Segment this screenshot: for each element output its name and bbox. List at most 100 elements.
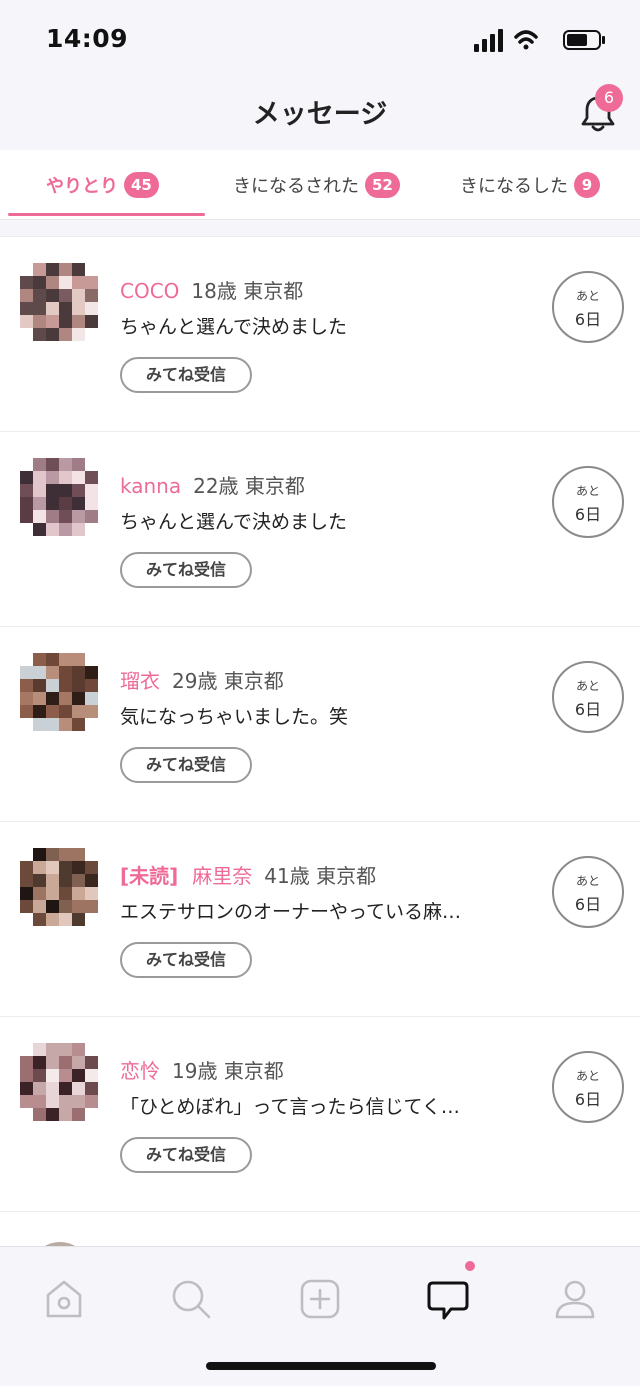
avatar-pixel xyxy=(20,718,33,731)
avatar-pixel xyxy=(85,848,98,861)
mitene-receive-button[interactable]: みてね受信 xyxy=(120,1137,252,1173)
avatar-pixel xyxy=(72,1043,85,1056)
avatar-pixel xyxy=(20,523,33,536)
tab-count-badge: 9 xyxy=(574,172,600,198)
mitene-receive-button[interactable]: みてね受信 xyxy=(120,357,252,393)
avatar[interactable] xyxy=(20,653,98,731)
avatar-pixel xyxy=(72,497,85,510)
user-location: 東京都 xyxy=(223,669,284,693)
avatar-pixel xyxy=(72,1108,85,1121)
message-row[interactable]: [未読] 麻里奈 41歳 東京都 エステサロンのオーナーやっている麻… みてね受信 … xyxy=(0,822,640,1017)
avatar-pixel xyxy=(20,679,33,692)
user-name: kanna xyxy=(120,474,182,498)
avatar-pixel xyxy=(85,1108,98,1121)
message-list: COCO 18歳 東京都 ちゃんと選んで決めました みてね受信 あと 6日 kan… xyxy=(0,236,640,1246)
nav-home[interactable] xyxy=(40,1275,88,1323)
remaining-days: 6日 xyxy=(574,1090,602,1109)
avatar-pixel xyxy=(46,302,59,315)
remaining-label: あと xyxy=(575,679,600,693)
avatar-pixel xyxy=(46,666,59,679)
avatar-pixel xyxy=(85,887,98,900)
mitene-receive-button[interactable]: みてね受信 xyxy=(120,747,252,783)
mitene-receive-button[interactable]: みてね受信 xyxy=(120,552,252,588)
status-bar: 14:09 xyxy=(0,0,640,80)
avatar-pixel xyxy=(72,653,85,666)
nav-post[interactable] xyxy=(296,1275,344,1323)
avatar-pixel xyxy=(72,276,85,289)
avatar-pixel xyxy=(85,653,98,666)
avatar-pixel xyxy=(59,1082,72,1095)
avatar-pixel xyxy=(33,510,46,523)
tab-liked-by[interactable]: きになるされた 52 xyxy=(233,150,400,220)
avatar-pixel xyxy=(20,666,33,679)
avatar-pixel xyxy=(85,510,98,523)
tab-exchange[interactable]: やりとり 45 xyxy=(46,150,159,220)
avatar-pixel xyxy=(20,1056,33,1069)
avatar-pixel xyxy=(20,276,33,289)
message-row[interactable]: 瑠衣 29歳 東京都 気になっちゃいました。笑 みてね受信 あと 6日 xyxy=(0,627,640,822)
nav-search[interactable] xyxy=(167,1275,215,1323)
avatar-pixel xyxy=(72,1095,85,1108)
tab-bar: やりとり 45 きになるされた 52 きになるした 9 xyxy=(0,150,640,220)
avatar-pixel xyxy=(33,1056,46,1069)
avatar-pixel xyxy=(20,510,33,523)
name-line: kanna 22歳 東京都 xyxy=(120,470,305,499)
user-age: 22歳 xyxy=(193,474,239,498)
avatar[interactable] xyxy=(20,1043,98,1121)
message-preview: ちゃんと選んで決めました xyxy=(120,511,348,533)
tab-count-badge: 45 xyxy=(124,172,159,198)
avatar-pixel xyxy=(46,848,59,861)
nav-messages[interactable] xyxy=(424,1275,472,1323)
avatar-pixel xyxy=(33,328,46,341)
status-icons xyxy=(474,29,605,52)
avatar-pixel xyxy=(59,471,72,484)
avatar-pixel xyxy=(33,315,46,328)
active-tab-indicator xyxy=(8,213,205,216)
avatar[interactable] xyxy=(20,263,98,341)
avatar-pixel xyxy=(33,458,46,471)
remaining-days: 6日 xyxy=(574,895,602,914)
avatar-pixel xyxy=(85,458,98,471)
avatar-pixel xyxy=(85,913,98,926)
user-age: 29歳 xyxy=(172,669,218,693)
message-row[interactable]: 恋怜 19歳 東京都 「ひとめぼれ」って言ったら信じてく… みてね受信 あと 6日 xyxy=(0,1017,640,1212)
avatar-pixel xyxy=(85,302,98,315)
tab-liked[interactable]: きになるした 9 xyxy=(460,150,600,220)
avatar-pixel xyxy=(46,692,59,705)
remaining-label: あと xyxy=(575,1069,600,1083)
avatar-pixel xyxy=(59,679,72,692)
nav-profile[interactable] xyxy=(551,1275,599,1323)
avatar-pixel xyxy=(72,1069,85,1082)
avatar-pixel xyxy=(85,484,98,497)
remaining-days-badge: あと 6日 xyxy=(552,661,624,733)
avatar-pixel xyxy=(59,887,72,900)
avatar-pixel xyxy=(59,328,72,341)
message-row[interactable]: COCO 18歳 東京都 ちゃんと選んで決めました みてね受信 あと 6日 xyxy=(0,237,640,432)
avatar-pixel xyxy=(20,692,33,705)
avatar[interactable] xyxy=(20,458,98,536)
avatar-pixel xyxy=(46,679,59,692)
user-name: COCO xyxy=(120,279,180,303)
avatar-pixel xyxy=(20,1108,33,1121)
avatar-pixel xyxy=(20,1069,33,1082)
avatar-pixel xyxy=(46,510,59,523)
avatar-pixel xyxy=(46,263,59,276)
avatar-pixel xyxy=(85,1056,98,1069)
post-plus-icon xyxy=(300,1279,340,1319)
name-line: 恋怜 19歳 東京都 xyxy=(120,1055,284,1084)
message-row[interactable]: kanna 22歳 東京都 ちゃんと選んで決めました みてね受信 あと 6日 xyxy=(0,432,640,627)
tab-count-badge: 52 xyxy=(365,172,400,198)
avatar-pixel xyxy=(85,861,98,874)
avatar-pixel xyxy=(46,705,59,718)
avatar-pixel xyxy=(33,718,46,731)
message-row[interactable] xyxy=(0,1212,640,1246)
avatar-pixel xyxy=(72,484,85,497)
avatar-pixel xyxy=(72,315,85,328)
mitene-receive-button[interactable]: みてね受信 xyxy=(120,942,252,978)
profile-icon xyxy=(555,1280,595,1319)
avatar-pixel xyxy=(20,315,33,328)
avatar[interactable] xyxy=(20,848,98,926)
avatar-pixel xyxy=(85,679,98,692)
avatar-pixel xyxy=(85,497,98,510)
avatar-pixel xyxy=(46,497,59,510)
